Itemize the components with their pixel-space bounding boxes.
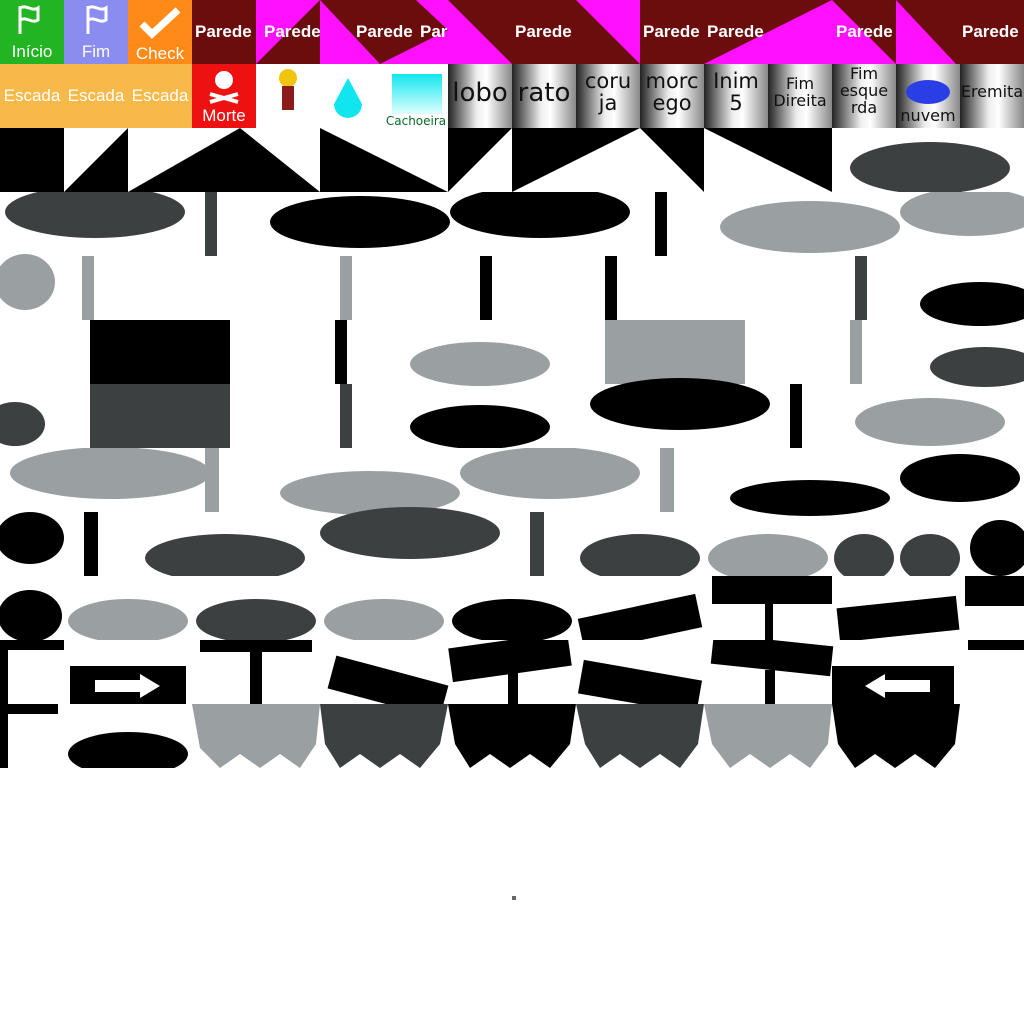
- checkmark-icon: [139, 7, 181, 39]
- wall-label: Parede: [962, 22, 1019, 41]
- wall-label: Parede: [420, 22, 448, 41]
- waterfall-tile[interactable]: Cachoeira: [384, 64, 448, 128]
- bat-label: morc ego: [645, 69, 699, 116]
- check-tile[interactable]: Check: [128, 0, 192, 64]
- wall-label: Parede: [195, 22, 252, 41]
- rat-tile[interactable]: rato: [512, 64, 576, 128]
- wall-label: Parede: [707, 22, 764, 41]
- wall-label: Parede: [264, 22, 320, 41]
- enemy5-tile[interactable]: Inim 5: [704, 64, 768, 128]
- wall-label: Parede: [356, 22, 413, 41]
- cloud-icon: [906, 80, 950, 104]
- water-drop-icon: [334, 78, 362, 118]
- check-label: Check: [135, 44, 185, 63]
- owl-tile[interactable]: coru ja: [576, 64, 640, 128]
- wolf-tile[interactable]: lobo: [448, 64, 512, 128]
- start-tile[interactable]: Início: [0, 0, 64, 64]
- skull-icon: [209, 71, 239, 104]
- water-drop-tile[interactable]: [320, 64, 384, 128]
- wolf-label: lobo: [452, 78, 508, 108]
- flag-icon: [18, 5, 40, 34]
- hermit-tile[interactable]: Eremita: [960, 64, 1024, 128]
- end-tile[interactable]: Fim: [64, 0, 128, 64]
- flower-pot-tile[interactable]: [256, 64, 320, 128]
- flag-icon: [86, 5, 108, 34]
- waterfall-label: Cachoeira: [385, 114, 447, 128]
- hermit-label: Eremita: [960, 82, 1024, 101]
- enemy5-label: Inim 5: [713, 69, 759, 116]
- wall-tile[interactable]: [448, 0, 512, 64]
- wall-label: Parede: [515, 22, 572, 41]
- mountain-silhouettes: [0, 128, 1010, 192]
- tree-silhouettes: [0, 192, 1024, 448]
- ladder-label: Escada: [3, 86, 61, 105]
- wall-label: Parede: [643, 22, 700, 41]
- death-label: Morte: [202, 106, 246, 125]
- bush-and-sign-silhouettes: [0, 576, 1024, 640]
- owl-label: coru ja: [584, 69, 632, 116]
- flower-pot-icon: [279, 69, 297, 110]
- rat-label: rato: [517, 78, 571, 108]
- wall-tile[interactable]: Parede: [896, 0, 1024, 64]
- end-right-tile[interactable]: Fim Direita: [768, 64, 832, 128]
- start-label: Início: [11, 42, 53, 61]
- stray-pixel: [512, 896, 516, 900]
- ladder-tile[interactable]: Escada: [64, 64, 128, 128]
- wall-label: Parede: [836, 22, 893, 41]
- grass-silhouettes: [0, 704, 960, 768]
- end-right-label: Fim Direita: [773, 74, 827, 110]
- wall-tile[interactable]: Parede: [256, 0, 320, 64]
- wall-tile[interactable]: Parede: [192, 0, 256, 64]
- bush-silhouettes: [0, 448, 1024, 576]
- cloud-tile[interactable]: nuvem: [896, 64, 960, 128]
- wall-tile[interactable]: Parede Parede: [704, 0, 896, 64]
- wall-tile[interactable]: Parede Parede: [320, 0, 448, 64]
- death-tile[interactable]: Morte: [192, 64, 256, 128]
- ladder-tile[interactable]: Escada: [0, 64, 64, 128]
- wall-tile[interactable]: Parede: [512, 0, 640, 64]
- ladder-tile[interactable]: Escada: [128, 64, 192, 128]
- magenta-slope-icon: [448, 0, 512, 64]
- end-left-tile[interactable]: Fim esque rda: [832, 64, 896, 128]
- wall-tile[interactable]: Parede: [640, 0, 704, 64]
- end-label: Fim: [81, 42, 111, 61]
- ladder-label: Escada: [67, 86, 125, 105]
- ladder-label: Escada: [131, 86, 189, 105]
- tile-sheet: Início Fim Check Parede Parede Parede Pa…: [0, 0, 1024, 1024]
- waterfall-icon: [392, 74, 442, 114]
- cloud-label: nuvem: [900, 106, 956, 125]
- end-left-label: Fim esque rda: [839, 64, 889, 117]
- bat-tile[interactable]: morc ego: [640, 64, 704, 128]
- signpost-silhouettes: [0, 640, 1024, 704]
